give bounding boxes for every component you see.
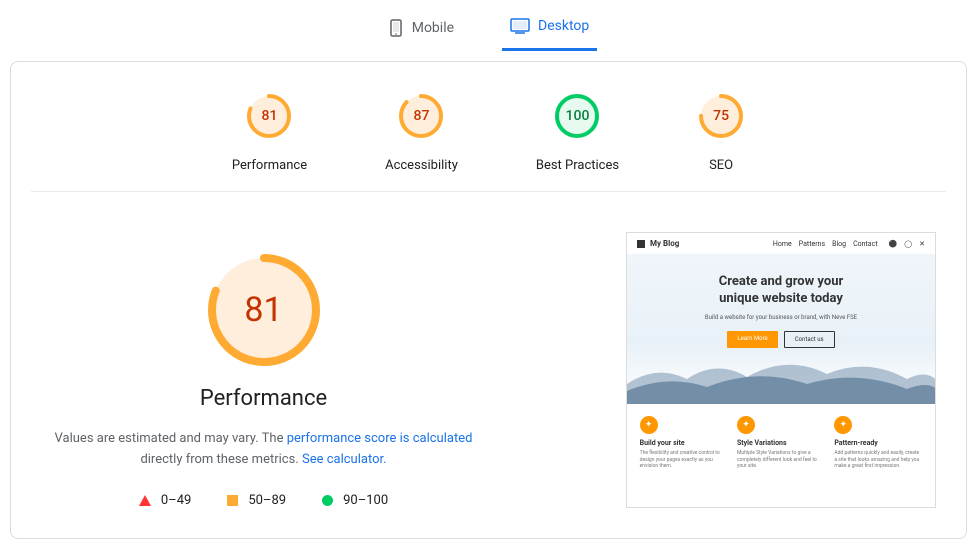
legend-average: 50–89	[227, 493, 286, 508]
preview-primary-button: Learn More	[727, 331, 777, 348]
preview-nav: HomePatternsBlogContact⚫◯✕	[773, 240, 925, 248]
feature-icon: ✦	[640, 416, 658, 434]
desktop-icon	[510, 18, 530, 34]
preview-hero: Create and grow yourunique website today…	[627, 254, 935, 404]
feature-icon: ✦	[834, 416, 852, 434]
legend-poor: 0–49	[139, 493, 191, 508]
mobile-icon	[388, 19, 404, 37]
preview-hero-title: Create and grow yourunique website today	[627, 274, 935, 308]
mountains-icon	[627, 349, 935, 404]
performance-title: Performance	[41, 386, 486, 411]
device-tabs: Mobile Desktop	[0, 0, 977, 51]
preview-feature: ✦ Build your site The flexibility and cr…	[640, 416, 728, 470]
tab-mobile[interactable]: Mobile	[380, 10, 462, 51]
performance-big-gauge: 81	[206, 252, 322, 368]
see-calculator-link[interactable]: See calculator.	[302, 452, 387, 467]
preview-secondary-button: Contact us	[784, 331, 835, 348]
divider	[31, 191, 946, 192]
gauge-seo[interactable]: 75 SEO	[697, 92, 745, 173]
performance-description: Values are estimated and may vary. The p…	[41, 429, 486, 471]
preview-header: My Blog HomePatternsBlogContact⚫◯✕	[627, 233, 935, 254]
preview-features: ✦ Build your site The flexibility and cr…	[627, 404, 935, 480]
preview-feature: ✦ Pattern-ready Add patterns quickly and…	[834, 416, 922, 470]
score-legend: 0–49 50–89 90–100	[41, 493, 486, 508]
performance-detail: 81 Performance Values are estimated and …	[41, 232, 486, 508]
site-preview-thumbnail: My Blog HomePatternsBlogContact⚫◯✕ Creat…	[626, 232, 936, 508]
legend-good: 90–100	[322, 493, 388, 508]
gauge-accessibility[interactable]: 87 Accessibility	[385, 92, 458, 173]
preview-hero-buttons: Learn More Contact us	[627, 331, 935, 348]
square-icon	[227, 495, 238, 506]
tab-desktop-label: Desktop	[538, 18, 589, 34]
triangle-icon	[139, 495, 151, 506]
preview-logo: My Blog	[637, 239, 679, 248]
gauge-performance[interactable]: 81 Performance	[232, 92, 307, 173]
preview-hero-subtitle: Build a website for your business or bra…	[627, 314, 935, 321]
gauge-best practices[interactable]: 100 Best Practices	[536, 92, 619, 173]
lower-section: 81 Performance Values are estimated and …	[11, 232, 966, 508]
report-panel: 81 Performance 87 Accessibility 100 Best…	[10, 61, 967, 539]
preview-feature: ✦ Style Variations Multiple Style Variat…	[737, 416, 825, 470]
tab-mobile-label: Mobile	[412, 20, 454, 36]
performance-score-value: 81	[206, 252, 322, 368]
circle-icon	[322, 495, 333, 506]
tab-desktop[interactable]: Desktop	[502, 10, 597, 51]
score-calc-link[interactable]: performance score is calculated	[287, 431, 473, 446]
feature-icon: ✦	[737, 416, 755, 434]
score-gauges: 81 Performance 87 Accessibility 100 Best…	[11, 82, 966, 191]
